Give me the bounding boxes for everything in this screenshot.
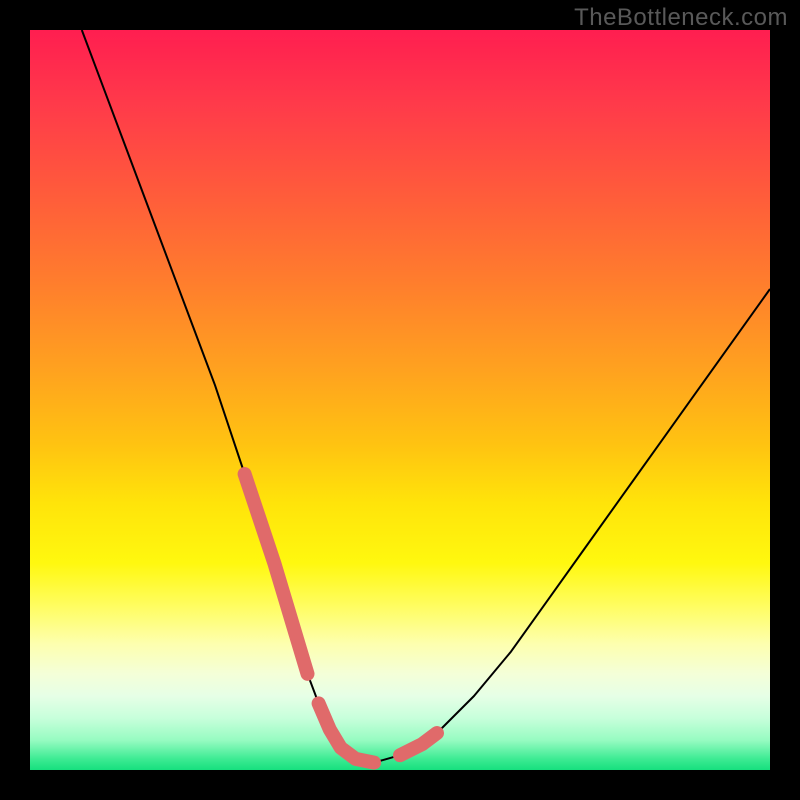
plot-area (30, 30, 770, 770)
chart-root: TheBottleneck.com (0, 0, 800, 800)
series-highlight-valley (319, 703, 375, 762)
series-highlight-left-descent (245, 474, 308, 674)
series-highlight-right-ascent (400, 733, 437, 755)
watermark-text: TheBottleneck.com (574, 4, 788, 32)
series-bottleneck-curve (82, 30, 770, 763)
curve-overlay (30, 30, 770, 770)
